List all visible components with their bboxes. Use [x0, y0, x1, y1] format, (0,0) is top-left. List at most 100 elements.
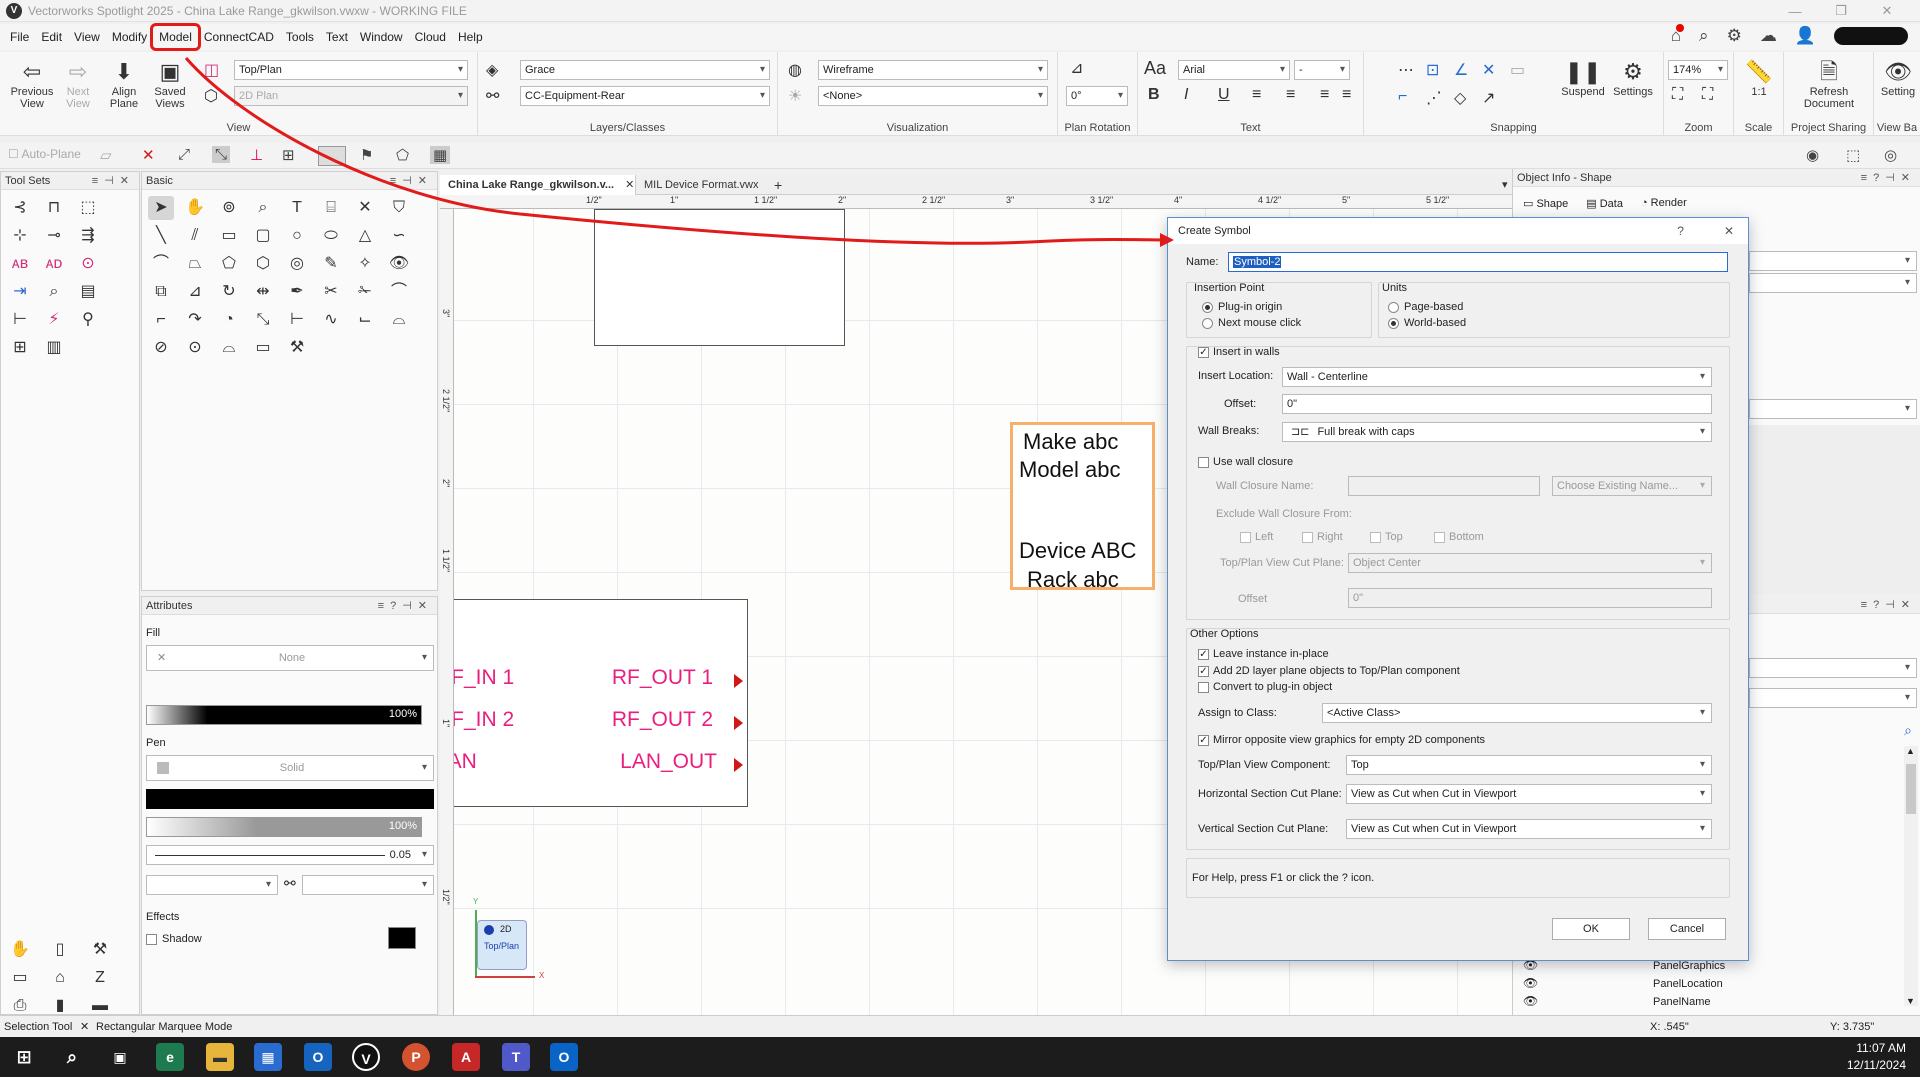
wall-closure-name-input[interactable] [1348, 476, 1540, 496]
fillet-tool-icon[interactable]: ⌒ [386, 280, 412, 304]
hammer-tool-icon[interactable]: ⚒ [284, 336, 310, 360]
menu-view[interactable]: View [68, 26, 106, 48]
flyover-tool-icon[interactable]: ⊚ [216, 196, 242, 220]
plane-combo[interactable]: 2D Plan [234, 86, 468, 106]
search-icon[interactable]: ⌕ [58, 1043, 86, 1071]
align-icon[interactable]: ⊞ [282, 146, 295, 164]
snap-edge-icon[interactable]: ↗ [1482, 88, 1495, 108]
tape-tool-icon[interactable]: ◔ [216, 308, 242, 332]
tab-render[interactable]: ◔ Render [1641, 197, 1687, 210]
new-tab-button[interactable]: + [766, 175, 786, 195]
exclude-left-checkbox[interactable] [1240, 532, 1251, 543]
menu-tools[interactable]: Tools [280, 26, 320, 48]
split-tool-icon[interactable]: ✁ [352, 280, 378, 304]
unlink-icon[interactable]: ✕ [142, 146, 155, 164]
polyline-tool-icon[interactable]: ⏢ [182, 252, 208, 276]
cancel-button[interactable]: Cancel [1648, 918, 1726, 940]
cut-plane-select[interactable]: Object Center [1348, 553, 1712, 573]
snap-toggle-icon[interactable]: ⤡ [212, 146, 231, 163]
previous-view-button[interactable]: ⇦ Previous View [8, 58, 56, 110]
gear-icon[interactable]: ⚙ [1727, 26, 1742, 46]
text-style-icon[interactable]: Aa [1144, 58, 1166, 79]
snap-intersection-icon[interactable]: ✕ [1482, 60, 1495, 80]
axis-icon[interactable]: ⊥ [250, 146, 263, 164]
pan-tool-icon[interactable]: ✋ [182, 196, 208, 220]
edge-icon[interactable]: e [156, 1043, 184, 1071]
scroll-up-icon[interactable]: ▲ [1906, 746, 1915, 756]
device-block[interactable]: RF_IN 1 RF_IN 2 LAN RF_OUT 1 RF_OUT 2 LA… [441, 599, 748, 807]
toolset-walls-icon[interactable]: ⊓ [41, 196, 67, 220]
wand-tool-icon[interactable]: ✧ [352, 252, 378, 276]
toolset-vda-icon[interactable]: ⇶ [75, 224, 101, 248]
line-thickness-select[interactable]: 0.05 [146, 845, 434, 865]
visibility-tool-icon[interactable]: 👁 [386, 252, 412, 276]
toolset-leader-icon[interactable]: ⊢ [7, 308, 33, 332]
teams-icon[interactable]: T [502, 1043, 530, 1071]
mirror-graphics-checkbox[interactable]: ✓ [1198, 735, 1209, 746]
light-combo[interactable]: <None> [818, 86, 1048, 106]
search-icon[interactable]: ⌕ [1904, 722, 1912, 739]
toolset-link-icon[interactable]: ⚲ [75, 308, 101, 332]
fill-opacity-bar[interactable]: 100% [146, 705, 422, 725]
delete-tool-icon[interactable]: ✕ [352, 196, 378, 220]
spiral-tool-icon[interactable]: ◎ [284, 252, 310, 276]
taskbar-clock[interactable]: 11:07 AM 12/11/2024 [1847, 1040, 1906, 1074]
tab-china-lake[interactable]: China Lake Range_gkwilson.v... ✕ [440, 175, 636, 195]
store-icon[interactable]: ▦ [254, 1043, 282, 1071]
classes-icon[interactable]: ⚯ [486, 86, 499, 106]
powerpoint-icon[interactable]: P [402, 1043, 430, 1071]
palette-hall-icon[interactable]: ⌂ [47, 966, 73, 990]
toolset-layout-icon[interactable]: ⊞ [7, 336, 33, 360]
toolset-skt-icon[interactable]: ⚡ [41, 308, 67, 332]
home-icon[interactable]: ⌂ [1671, 24, 1685, 46]
toolset-rack-icon[interactable]: ▤ [75, 280, 101, 304]
menu-modify[interactable]: Modify [106, 26, 153, 48]
working-plane-icon[interactable]: ▱ [100, 146, 112, 164]
toolset-schedule-icon[interactable]: ▥ [41, 336, 67, 360]
navigation-field[interactable] [1749, 688, 1917, 708]
horizontal-section-select[interactable]: View as Cut when Cut in Viewport [1346, 784, 1712, 804]
class-combo[interactable]: CC-Equipment-Rear [520, 86, 770, 106]
snap-smart-icon[interactable]: ⌐ [1398, 88, 1407, 106]
palette-column-icon[interactable]: ▯ [47, 938, 73, 962]
menu-model[interactable]: Model [150, 23, 201, 51]
view-bar-settings-button[interactable]: 👁 Setting [1876, 58, 1920, 98]
justify-icon[interactable]: ≡ [1342, 86, 1351, 104]
resize-icon[interactable]: ⤢ [178, 146, 190, 163]
white-rectangle-shape[interactable] [594, 209, 845, 346]
start-marker-select[interactable] [146, 875, 278, 895]
tab-close-icon[interactable]: ✕ [625, 179, 634, 191]
scroll-down-icon[interactable]: ▼ [1906, 996, 1915, 1006]
layers-icon[interactable]: ◈ [486, 60, 498, 80]
bend-tool-icon[interactable]: ↷ [182, 308, 208, 332]
close-icon[interactable]: ✕ [1724, 224, 1734, 238]
search-icon[interactable]: ⌕ [1699, 26, 1709, 46]
font-size-combo[interactable]: - [1294, 60, 1350, 80]
device-label-box[interactable]: Make abc Model abc Device ABC Rack abc [1010, 422, 1155, 592]
menu-edit[interactable]: Edit [35, 26, 68, 48]
snap-angle-icon[interactable]: ∠ [1454, 60, 1468, 80]
oval-tool-icon[interactable]: ⬭ [318, 224, 344, 248]
tab-data[interactable]: ▤ Data [1586, 197, 1623, 210]
pen-style-select[interactable]: Solid [146, 755, 434, 781]
zoom-combo[interactable]: 174% [1668, 60, 1728, 80]
marker-link-icon[interactable]: ⚯ [284, 875, 296, 892]
menu-file[interactable]: File [4, 26, 35, 48]
locus-tool-icon[interactable]: ⊙ [182, 336, 208, 360]
assign-class-select[interactable]: <Active Class> [1322, 703, 1712, 723]
dimension-tool-icon[interactable]: ⊢ [284, 308, 310, 332]
convert-plugin-checkbox[interactable] [1198, 682, 1209, 693]
next-view-button[interactable]: ⇨ Next View [58, 58, 98, 110]
bold-icon[interactable]: B [1148, 86, 1160, 104]
mirror-tool-icon[interactable]: ⇹ [250, 280, 276, 304]
render-mode-combo[interactable]: Wireframe [818, 60, 1048, 80]
cut-plane-offset-input[interactable]: 0" [1348, 588, 1712, 608]
rectangle-mode-button[interactable] [318, 146, 346, 166]
plan-rotation-icon[interactable]: ⊿ [1070, 58, 1083, 78]
align-plane-button[interactable]: ⬇ Align Plane [104, 58, 144, 110]
align-left-icon[interactable]: ≡ [1252, 86, 1261, 104]
dome-tool-icon[interactable]: ⌓ [216, 336, 242, 360]
snap-object-icon[interactable]: ⊡ [1426, 60, 1439, 80]
menu-window[interactable]: Window [354, 26, 409, 48]
task-view-icon[interactable]: ▣ [106, 1043, 134, 1071]
